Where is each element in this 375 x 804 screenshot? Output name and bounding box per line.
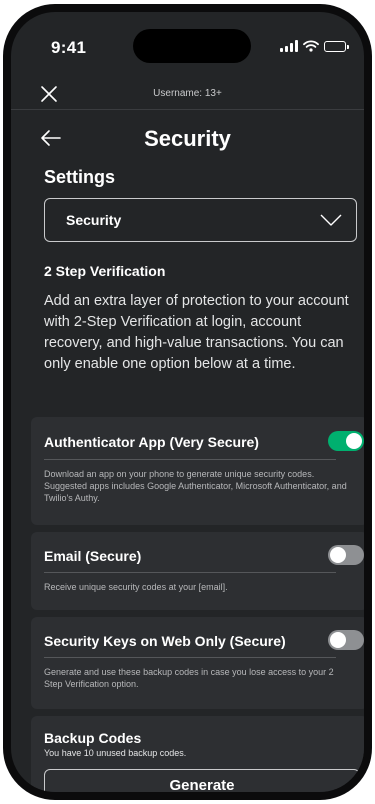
verification-heading: 2 Step Verification: [44, 263, 166, 279]
toggle-knob: [330, 547, 346, 563]
dynamic-island: [133, 29, 251, 63]
toggle-knob: [330, 632, 346, 648]
option-label: Security Keys on Web Only (Secure): [44, 633, 286, 649]
divider: [44, 459, 336, 460]
battery-icon: [324, 40, 349, 52]
signal-icon: [280, 40, 298, 52]
divider: [44, 657, 336, 658]
option-card-security-keys: Security Keys on Web Only (Secure) Gener…: [31, 617, 364, 709]
top-bar: Username: 13+: [11, 80, 364, 110]
dropdown-value: Security: [66, 212, 122, 228]
status-icons: [280, 40, 349, 52]
settings-heading: Settings: [44, 167, 116, 187]
option-label: Email (Secure): [44, 548, 142, 564]
wifi-icon: [303, 40, 319, 52]
screen: 9:41 Username: 13+ Security Settings Sec…: [11, 12, 364, 792]
option-detail: Generate and use these backup codes in c…: [44, 667, 334, 689]
verification-description: Add an extra layer of protection to your…: [44, 293, 349, 372]
option-detail: Receive unique security codes at your [e…: [44, 582, 228, 592]
backup-subtitle: You have 10 unused backup codes.: [44, 748, 187, 758]
title-bar: Security: [11, 120, 364, 160]
settings-dropdown[interactable]: Security: [44, 198, 357, 242]
backup-codes-card: Backup Codes You have 10 unused backup c…: [31, 716, 364, 792]
username-label: Username: 13+: [153, 88, 222, 99]
email-toggle[interactable]: [328, 545, 364, 565]
option-card-email: Email (Secure) Receive unique security c…: [31, 532, 364, 610]
security-keys-toggle[interactable]: [328, 630, 364, 650]
status-time: 9:41: [51, 38, 87, 57]
page-title: Security: [144, 126, 231, 151]
option-card-authenticator: Authenticator App (Very Secure) Download…: [31, 417, 364, 525]
phone-frame: 9:41 Username: 13+ Security Settings Sec…: [3, 4, 372, 800]
status-bar: 9:41: [11, 12, 364, 72]
chevron-down-icon: [320, 214, 342, 226]
option-detail: Download an app on your phone to generat…: [44, 469, 347, 503]
divider: [44, 572, 336, 573]
backup-title: Backup Codes: [44, 730, 142, 746]
toggle-knob: [346, 433, 362, 449]
option-label: Authenticator App (Very Secure): [44, 434, 259, 450]
generate-button[interactable]: Generate: [44, 769, 360, 792]
authenticator-toggle[interactable]: [328, 431, 364, 451]
